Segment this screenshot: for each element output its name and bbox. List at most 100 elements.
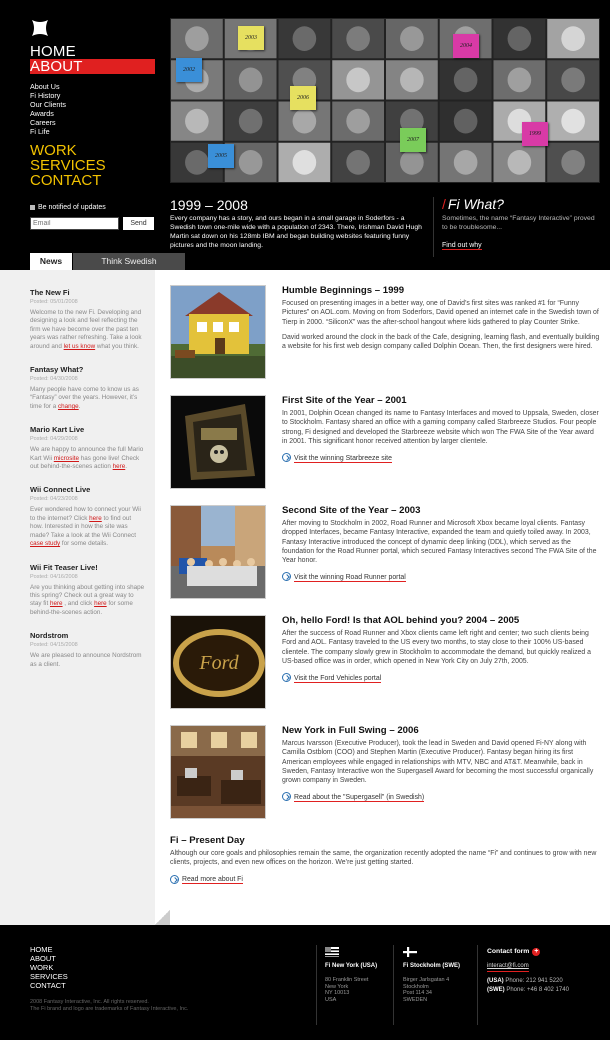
hero-text: Every company has a story, and ours bega… xyxy=(170,215,422,249)
year-note[interactable]: 2005 xyxy=(208,144,234,168)
history-photo-collage: 2002 2003 2004 2006 2005 2007 1999 xyxy=(170,18,600,183)
news-title[interactable]: Mario Kart Live xyxy=(30,425,145,435)
collage-photo-subject xyxy=(292,108,317,134)
collage-photo-subject xyxy=(561,67,585,93)
subnav-awards[interactable]: Awards xyxy=(30,109,66,118)
subnav-about-us[interactable]: About Us xyxy=(30,82,66,91)
arrow-circle-icon xyxy=(170,874,179,884)
news-link[interactable]: here xyxy=(50,600,63,607)
email-field[interactable] xyxy=(30,217,119,230)
starbreeze-site-photo xyxy=(170,395,266,489)
bullet-icon xyxy=(30,204,35,210)
footer-nav-services[interactable]: SERVICES xyxy=(30,972,68,981)
usa-flag-icon xyxy=(325,947,339,957)
collage-photo-subject xyxy=(185,108,209,134)
collage-photo-subject xyxy=(185,150,209,175)
header: HOME ABOUT About Us Fi History Our Clien… xyxy=(0,0,610,270)
news-link[interactable]: microsite xyxy=(54,455,79,462)
footer-nav-contact[interactable]: CONTACT xyxy=(30,981,68,990)
news-title[interactable]: Nordstrom xyxy=(30,631,145,641)
news-link[interactable]: here xyxy=(89,515,102,522)
subnav-our-clients[interactable]: Our Clients xyxy=(30,100,66,109)
story-title: Oh, hello Ford! Is that AOL behind you? … xyxy=(282,615,520,626)
news-body: Are you thinking about getting into shap… xyxy=(30,583,145,616)
year-note[interactable]: 2006 xyxy=(290,86,316,110)
page-curl xyxy=(155,910,170,925)
news-link[interactable]: let us know xyxy=(64,343,96,350)
year-note[interactable]: 2004 xyxy=(453,34,479,58)
news-title[interactable]: The New Fi xyxy=(30,288,145,298)
story-text: After the success of Road Runner and Xbo… xyxy=(282,630,591,665)
subnav-careers[interactable]: Careers xyxy=(30,118,66,127)
subnav-fi-life[interactable]: Fi Life xyxy=(30,127,66,136)
read-more-link[interactable]: Read more about Fi xyxy=(170,874,600,884)
news-link[interactable]: here xyxy=(94,600,107,607)
arrow-circle-icon xyxy=(282,453,291,463)
collage-photo-subject xyxy=(561,26,585,51)
nav-services[interactable]: SERVICES xyxy=(30,158,106,173)
nav-home[interactable]: HOME xyxy=(30,44,155,59)
story-text: Focused on presenting images in a better… xyxy=(282,300,600,351)
subnav-fi-history[interactable]: Fi History xyxy=(30,91,66,100)
year-note[interactable]: 2002 xyxy=(176,58,202,82)
news-date: Posted: 04/30/2008 xyxy=(30,376,78,383)
nav-contact[interactable]: CONTACT xyxy=(30,173,106,188)
year-note[interactable]: 2007 xyxy=(400,128,426,152)
news-title[interactable]: Wii Fit Teaser Live! xyxy=(30,563,145,573)
fi-logo-icon[interactable] xyxy=(30,18,50,38)
collage-photo-subject xyxy=(561,108,585,134)
news-link[interactable]: change xyxy=(58,403,79,410)
main-nav: HOME ABOUT xyxy=(30,44,155,74)
contact-form-link[interactable]: Contact form + xyxy=(487,947,569,956)
tab-think-swedish[interactable]: Think Swedish xyxy=(73,253,185,270)
news-link[interactable]: case study xyxy=(30,540,60,547)
collage-photo-subject xyxy=(507,67,532,93)
news-title[interactable]: Fantasy What? xyxy=(30,365,145,375)
road-runner-link[interactable]: Visit the winning Road Runner portal xyxy=(282,572,600,582)
footer-nav-work[interactable]: WORK xyxy=(30,963,68,972)
year-note[interactable]: 1999 xyxy=(522,122,548,146)
history-main: Humble Beginnings – 1999 Focused on pres… xyxy=(170,270,600,925)
story-text: Marcus Ivarsson (Executive Producer), to… xyxy=(282,740,594,785)
nav-about[interactable]: ABOUT xyxy=(30,59,155,74)
footer-nav-about[interactable]: ABOUT xyxy=(30,954,68,963)
news-body: Ever wondered how to connect your Wii to… xyxy=(30,506,141,548)
tab-news[interactable]: News xyxy=(30,253,72,270)
supergasell-link[interactable]: Read about the "Supergasell" (in Swedish… xyxy=(282,792,600,802)
news-link[interactable]: here xyxy=(113,463,126,470)
collage-photo-subject xyxy=(561,150,585,175)
starbreeze-link[interactable]: Visit the winning Starbreeze site xyxy=(282,453,600,463)
team-photo xyxy=(170,505,266,599)
email-link[interactable]: interact@fi.com xyxy=(487,962,529,972)
story-body: New York in Full Swing – 2006 Marcus Iva… xyxy=(282,725,600,802)
news-sidebar: The New Fi Posted: 05/01/2008 Welcome to… xyxy=(0,270,155,925)
news-date: Posted: 05/01/2008 xyxy=(30,299,78,305)
news-item: Fantasy What? Posted: 04/30/2008 Many pe… xyxy=(30,365,145,411)
chevron-right-icon: / xyxy=(442,196,446,212)
news-title[interactable]: Wii Connect Live xyxy=(30,485,145,495)
year-note[interactable]: 2003 xyxy=(238,26,264,50)
footer-nav-home[interactable]: HOME xyxy=(30,945,68,954)
sweden-flag-icon xyxy=(403,947,417,957)
collage-photo-subject xyxy=(238,67,263,93)
footer: HOME ABOUT WORK SERVICES CONTACT 2008 Fa… xyxy=(0,925,610,1040)
photo-grid xyxy=(171,19,599,182)
send-button[interactable]: Send xyxy=(123,217,154,230)
collage-photo-subject xyxy=(453,150,478,175)
office-photo xyxy=(170,725,266,819)
divider xyxy=(477,945,478,1025)
news-item: Nordstrom Posted: 04/15/2008 We are plea… xyxy=(30,631,145,669)
phone-swe: (SWE) Phone: +46 8 402 1740 xyxy=(487,987,569,993)
ford-link[interactable]: Visit the Ford Vehicles portal xyxy=(282,673,600,683)
present-title: Fi – Present Day xyxy=(170,835,245,846)
story-title: Second Site of the Year – 2003 xyxy=(282,505,421,516)
contact-block: Contact form + interact@fi.com (USA) Phon… xyxy=(487,947,569,995)
collage-photo-subject xyxy=(346,26,370,51)
story-title: Humble Beginnings – 1999 xyxy=(282,285,405,296)
nav-work[interactable]: WORK xyxy=(30,143,106,158)
fi-what-text: Sometimes, the name “Fantasy Interactive… xyxy=(442,215,595,231)
ford-logo-photo: Ford xyxy=(170,615,266,709)
news-body: We are pleased to announce Nordstrom as … xyxy=(30,652,142,668)
find-out-why-link[interactable]: Find out why xyxy=(442,242,482,250)
news-body: Welcome to the new Fi. Developing and de… xyxy=(30,309,142,350)
